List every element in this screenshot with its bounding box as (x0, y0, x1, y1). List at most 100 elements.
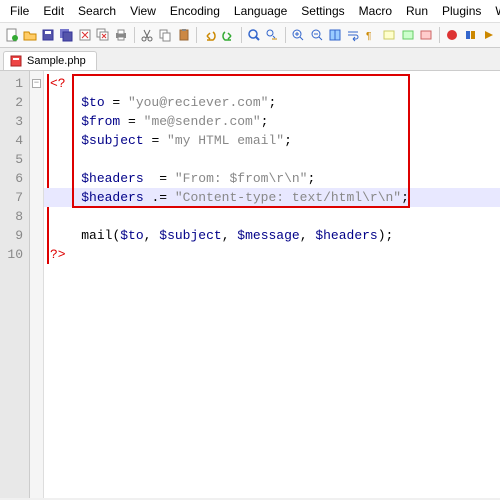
new-file-icon[interactable] (4, 26, 19, 44)
find-icon[interactable] (246, 26, 261, 44)
doc-map-icon[interactable] (418, 26, 433, 44)
code-line: <? (44, 74, 500, 93)
redo-icon[interactable] (220, 26, 235, 44)
line-number: 6 (4, 169, 23, 188)
copy-icon[interactable] (158, 26, 173, 44)
string-literal: "me@sender.com" (144, 114, 261, 129)
macro-play-icon[interactable] (481, 26, 496, 44)
file-modified-icon (10, 55, 22, 67)
php-close-tag: ?> (50, 247, 66, 262)
text-cursor (409, 190, 410, 205)
line-number: 9 (4, 226, 23, 245)
toolbar: ¶ (0, 23, 500, 48)
save-all-icon[interactable] (59, 26, 74, 44)
tab-bar: Sample.php (0, 48, 500, 71)
toolbar-separator (241, 27, 242, 43)
menu-plugins[interactable]: Plugins (436, 2, 487, 20)
undo-icon[interactable] (202, 26, 217, 44)
code-editor[interactable]: 1 2 3 4 5 6 7 8 9 10 − <? $to = "you@rec… (0, 71, 500, 498)
line-number: 7 (4, 188, 23, 207)
operator: .= (144, 190, 175, 205)
variable: $headers (315, 228, 377, 243)
variable: $to (81, 95, 104, 110)
code-line-current: $headers .= "Content-type: text/html\r\n… (44, 188, 500, 207)
menu-encoding[interactable]: Encoding (164, 2, 226, 20)
menu-language[interactable]: Language (228, 2, 293, 20)
operator: = (105, 95, 128, 110)
zoom-in-icon[interactable] (291, 26, 306, 44)
menu-run[interactable]: Run (400, 2, 434, 20)
menu-file[interactable]: File (4, 2, 35, 20)
variable: $headers (81, 190, 143, 205)
zoom-out-icon[interactable] (309, 26, 324, 44)
comma: , (300, 228, 316, 243)
toolbar-separator (196, 27, 197, 43)
editor-content[interactable]: <? $to = "you@reciever.com"; $from = "me… (44, 71, 500, 498)
menu-macro[interactable]: Macro (353, 2, 398, 20)
line-number: 4 (4, 131, 23, 150)
operator: = (144, 133, 167, 148)
open-file-icon[interactable] (22, 26, 37, 44)
variable: $subject (81, 133, 143, 148)
code-line (44, 150, 500, 169)
semicolon: ; (268, 95, 276, 110)
code-line: ?> (44, 245, 500, 264)
string-literal: "Content-type: text/html\r\n" (175, 190, 401, 205)
cut-icon[interactable] (139, 26, 154, 44)
close-all-icon[interactable] (95, 26, 110, 44)
operator: = (120, 114, 143, 129)
semicolon: ; (307, 171, 315, 186)
toolbar-separator (439, 27, 440, 43)
fold-toggle-icon[interactable]: − (32, 79, 41, 88)
variable: $subject (159, 228, 221, 243)
operator: = (144, 171, 175, 186)
menu-bar: File Edit Search View Encoding Language … (0, 0, 500, 23)
code-line: $to = "you@reciever.com"; (44, 93, 500, 112)
variable: $to (120, 228, 143, 243)
wordwrap-icon[interactable] (345, 26, 360, 44)
semicolon: ; (284, 133, 292, 148)
semicolon: ; (261, 114, 269, 129)
variable: $headers (81, 171, 143, 186)
menu-settings[interactable]: Settings (295, 2, 350, 20)
menu-view[interactable]: View (124, 2, 162, 20)
replace-icon[interactable] (265, 26, 280, 44)
macro-stop-icon[interactable] (463, 26, 478, 44)
show-all-icon[interactable]: ¶ (364, 26, 379, 44)
comma: , (144, 228, 160, 243)
menu-window[interactable]: Window (489, 2, 500, 20)
line-number: 3 (4, 112, 23, 131)
tab-sample-php[interactable]: Sample.php (3, 51, 97, 70)
save-icon[interactable] (40, 26, 55, 44)
toolbar-separator (285, 27, 286, 43)
print-icon[interactable] (113, 26, 128, 44)
variable: $message (237, 228, 299, 243)
macro-record-icon[interactable] (444, 26, 459, 44)
paste-icon[interactable] (176, 26, 191, 44)
line-number: 10 (4, 245, 23, 264)
menu-edit[interactable]: Edit (37, 2, 70, 20)
line-number: 5 (4, 150, 23, 169)
variable: $from (81, 114, 120, 129)
code-line: $subject = "my HTML email"; (44, 131, 500, 150)
indent-guide-icon[interactable] (382, 26, 397, 44)
menu-search[interactable]: Search (72, 2, 122, 20)
tab-filename: Sample.php (27, 55, 86, 67)
comma: , (222, 228, 238, 243)
code-line (44, 207, 500, 226)
string-literal: "my HTML email" (167, 133, 284, 148)
line-number: 1 (4, 74, 23, 93)
code-line: $from = "me@sender.com"; (44, 112, 500, 131)
code-line: $headers = "From: $from\r\n"; (44, 169, 500, 188)
close-icon[interactable] (77, 26, 92, 44)
line-number: 2 (4, 93, 23, 112)
sync-icon[interactable] (327, 26, 342, 44)
function-list-icon[interactable] (400, 26, 415, 44)
code-line: mail($to, $subject, $message, $headers); (44, 226, 500, 245)
string-literal: "you@reciever.com" (128, 95, 268, 110)
php-open-tag: <? (50, 76, 66, 91)
line-number-gutter: 1 2 3 4 5 6 7 8 9 10 (0, 71, 30, 498)
fold-column: − (30, 71, 44, 498)
paren: ); (378, 228, 394, 243)
svg-text:¶: ¶ (366, 31, 371, 42)
